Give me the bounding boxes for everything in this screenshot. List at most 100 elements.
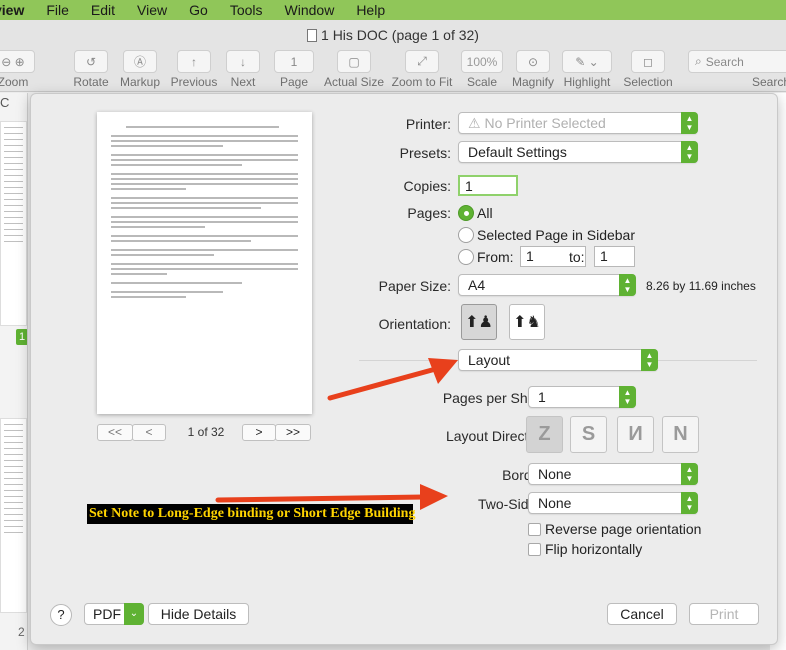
copies-label: Copies:	[403, 178, 451, 194]
actual-size-button[interactable]: ▢ Actual Size	[323, 50, 385, 89]
previous-label: Previous	[170, 75, 218, 89]
to-page-field[interactable]: 1	[594, 246, 635, 267]
reverse-orientation-checkbox[interactable]	[528, 523, 541, 536]
popup-stepper-icon: ▲ ▼	[641, 349, 658, 371]
orientation-label: Orientation:	[378, 316, 451, 332]
magnify-button[interactable]: ⊙ Magnify	[511, 50, 555, 89]
menu-app-name[interactable]: view	[0, 2, 35, 18]
zoom-to-fit-icon: ⤢	[405, 50, 439, 73]
border-popup[interactable]: None ▲ ▼	[528, 463, 698, 485]
thumbnail-sidebar[interactable]: C 1 2	[0, 93, 28, 650]
layout-direction-label: Layout Direction:	[445, 428, 551, 444]
flip-horizontally-checkbox[interactable]	[528, 543, 541, 556]
rotate-button[interactable]: ↺ Rotate	[73, 50, 109, 89]
hide-details-button[interactable]: Hide Details	[148, 603, 249, 625]
page-thumbnail[interactable]	[0, 121, 27, 326]
presets-value: Default Settings	[468, 144, 567, 160]
rotate-label: Rotate	[73, 75, 109, 89]
page-value[interactable]: 1	[274, 50, 314, 73]
pages-range-radio[interactable]	[458, 249, 474, 265]
paper-size-popup[interactable]: A4 ▲ ▼	[458, 274, 636, 296]
page-field[interactable]: 1 Page	[273, 50, 315, 89]
scale-label: Scale	[466, 75, 498, 89]
layout-reverse-z-button[interactable]: S	[570, 416, 607, 453]
landscape-orientation-button[interactable]: ⬆♞	[509, 304, 545, 340]
portrait-orientation-button[interactable]: ⬆♟	[461, 304, 497, 340]
highlight-icon: ✎ ⌄	[562, 50, 612, 73]
reverse-orientation-label: Reverse page orientation	[545, 521, 702, 537]
chevron-down-icon: ⌄	[124, 603, 144, 625]
pages-per-sheet-value: 1	[538, 389, 546, 405]
pages-per-sheet-popup[interactable]: 1 ▲ ▼	[528, 386, 636, 408]
copies-field[interactable]: 1	[458, 175, 518, 196]
section-popup[interactable]: Layout ▲ ▼	[458, 349, 658, 371]
highlight-button[interactable]: ✎ ⌄ Highlight	[561, 50, 613, 89]
pages-all-radio[interactable]	[458, 205, 474, 221]
markup-button[interactable]: Ⓐ Markup	[119, 50, 161, 89]
menu-file[interactable]: File	[35, 2, 80, 18]
menu-help[interactable]: Help	[345, 2, 396, 18]
layout-n-button[interactable]: N	[662, 416, 699, 453]
layout-z-icon: Z	[538, 423, 551, 445]
search-field[interactable]: ⌕Search Search	[688, 50, 786, 89]
menu-window[interactable]: Window	[274, 2, 346, 18]
menu-edit[interactable]: Edit	[80, 2, 126, 18]
last-page-button[interactable]: >>	[275, 424, 311, 441]
next-page-button[interactable]: >	[242, 424, 276, 441]
popup-stepper-icon: ▲ ▼	[681, 492, 698, 514]
paper-dimensions: 8.26 by 11.69 inches	[646, 279, 756, 293]
next-label: Next	[230, 75, 256, 89]
next-button[interactable]: ↓ Next	[224, 50, 262, 89]
printer-popup[interactable]: ⚠ No Printer Selected ▲ ▼	[458, 112, 698, 134]
section-value: Layout	[468, 352, 511, 368]
popup-stepper-icon: ▲ ▼	[681, 463, 698, 485]
menu-tools[interactable]: Tools	[219, 2, 274, 18]
pages-from-label: From:	[477, 249, 514, 265]
printer-value: No Printer Selected	[484, 115, 606, 131]
page-counter: 1 of 32	[187, 425, 225, 439]
zoom-to-fit-button[interactable]: ⤢ Zoom to Fit	[391, 50, 453, 89]
pages-selected-radio[interactable]	[458, 227, 474, 243]
annotation-caption: Set Note to Long-Edge binding or Short E…	[87, 504, 415, 524]
menu-go[interactable]: Go	[178, 2, 219, 18]
zoom-button[interactable]: ⊖ ⊕ Zoom	[0, 50, 38, 89]
pdf-label: PDF	[93, 606, 121, 622]
pdf-menu-button[interactable]: PDF ⌄	[84, 603, 144, 625]
pages-all-label: All	[477, 205, 493, 221]
selection-button[interactable]: ◻ Selection	[621, 50, 675, 89]
page-thumbnail[interactable]	[0, 418, 27, 613]
actual-size-icon: ▢	[337, 50, 371, 73]
previous-button[interactable]: ↑ Previous	[170, 50, 218, 89]
highlight-label: Highlight	[563, 75, 611, 89]
scale-value[interactable]: 100%	[461, 50, 503, 73]
layout-z-button[interactable]: Z	[526, 416, 563, 453]
print-dialog: << < 1 of 32 > >> Printer: ⚠ No Printer …	[30, 93, 778, 645]
search-placeholder: Search	[705, 54, 744, 69]
first-page-button[interactable]: <<	[97, 424, 133, 441]
pages-per-sheet-label: Pages per Sheet:	[442, 390, 551, 406]
paper-size-label: Paper Size:	[378, 278, 451, 294]
portrait-icon: ⬆♟	[465, 314, 493, 331]
landscape-icon: ⬆♞	[513, 314, 541, 331]
cancel-button[interactable]: Cancel	[607, 603, 677, 625]
menubar: view File Edit View Go Tools Window Help	[0, 0, 786, 20]
help-button[interactable]: ?	[50, 604, 72, 626]
presets-popup[interactable]: Default Settings ▲ ▼	[458, 141, 698, 163]
layout-n-icon: N	[673, 423, 688, 445]
print-button[interactable]: Print	[689, 603, 759, 625]
markup-label: Markup	[119, 75, 160, 89]
search-input[interactable]: ⌕ Search	[688, 50, 786, 73]
previous-page-button[interactable]: <	[132, 424, 166, 441]
zoom-label: Zoom	[0, 75, 29, 89]
toolbar: ⊖ ⊕ Zoom ↺ Rotate Ⓐ Markup ↑ Previous ↓ …	[0, 50, 786, 92]
document-icon	[307, 29, 318, 42]
border-value: None	[538, 466, 572, 482]
menu-view[interactable]: View	[126, 2, 178, 18]
layout-reverse-z-icon: S	[581, 423, 596, 445]
scale-field[interactable]: 100% Scale	[460, 50, 504, 89]
search-icon: ⌕	[695, 54, 702, 68]
popup-stepper-icon: ▲ ▼	[681, 141, 698, 163]
layout-n-reverse-button[interactable]: И	[617, 416, 654, 453]
two-sided-popup[interactable]: None ▲ ▼	[528, 492, 698, 514]
presets-label: Presets:	[399, 145, 451, 161]
